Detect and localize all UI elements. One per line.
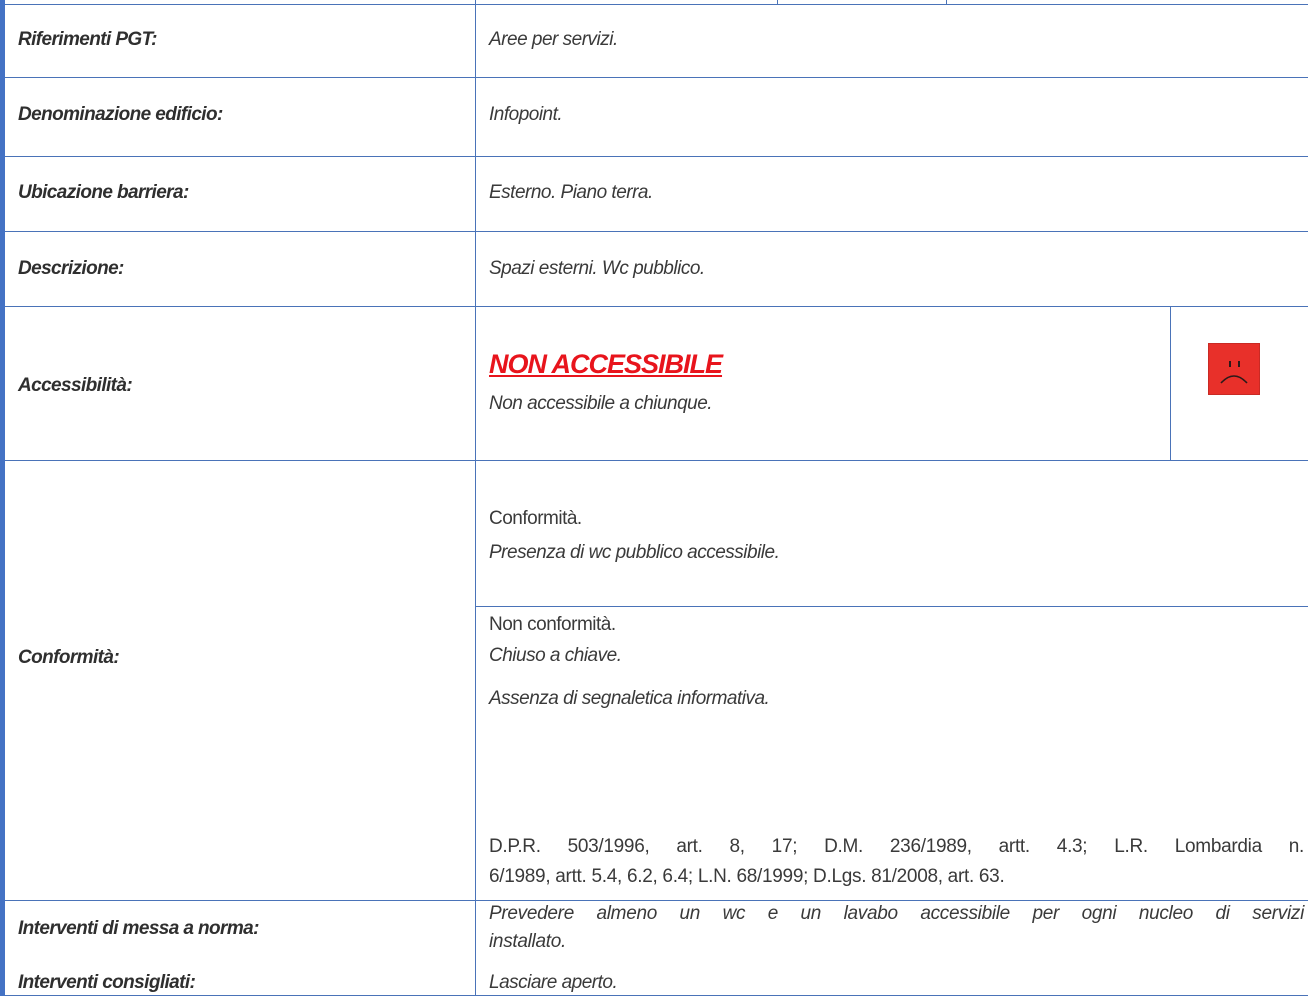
sad-face-icon xyxy=(1208,343,1260,395)
row-divider xyxy=(5,306,1308,307)
ubicazione-label: Ubicazione barriera: xyxy=(18,182,189,203)
row-divider xyxy=(5,77,1308,78)
riferimenti-label: Riferimenti PGT: xyxy=(18,29,158,50)
column-divider xyxy=(946,0,947,4)
row-divider xyxy=(5,4,1308,5)
riferimenti-value: Aree per servizi. xyxy=(489,29,618,50)
row-divider xyxy=(5,460,1308,461)
conformity-title: Conformità. xyxy=(489,508,582,529)
column-divider xyxy=(1170,306,1171,460)
norm-line: 6/1989, artt. 5.4, 6.2, 6.4; L.N. 68/199… xyxy=(489,866,1005,887)
accessibilita-label: Accessibilità: xyxy=(18,375,133,396)
accessibility-status: NON ACCESSIBILE xyxy=(489,349,723,379)
denominazione-value: Infopoint. xyxy=(489,104,563,125)
messa-a-norma-line: installato. xyxy=(489,931,566,952)
descrizione-value: Spazi esterni. Wc pubblico. xyxy=(489,258,705,279)
messa-a-norma-value: Prevedere almeno un wc e un lavabo acces… xyxy=(489,900,1304,956)
accessibility-note: Non accessibile a chiunque. xyxy=(489,393,713,414)
column-divider xyxy=(777,0,778,4)
consigliati-value: Lasciare aperto. xyxy=(489,972,618,993)
barrier-sheet: Riferimenti PGT: Aree per servizi. Denom… xyxy=(0,0,1308,996)
nonconformity-item: Assenza di segnaletica informativa. xyxy=(489,688,770,709)
messa-a-norma-line: Prevedere almeno un wc e un lavabo acces… xyxy=(489,903,1304,924)
row-divider xyxy=(5,156,1308,157)
norm-line: D.P.R. 503/1996, art. 8, 17; D.M. 236/19… xyxy=(489,836,1304,857)
norm-references: D.P.R. 503/1996, art. 8, 17; D.M. 236/19… xyxy=(489,832,1304,892)
conformity-item: Presenza di wc pubblico accessibile. xyxy=(489,542,780,563)
column-divider xyxy=(475,0,476,996)
left-accent-bar xyxy=(0,0,5,996)
nonconformity-title: Non conformità. xyxy=(489,614,616,635)
row-divider xyxy=(5,231,1308,232)
denominazione-label: Denominazione edificio: xyxy=(18,104,223,125)
consigliati-label: Interventi consigliati: xyxy=(18,972,196,993)
conformita-label: Conformità: xyxy=(18,647,120,668)
row-divider xyxy=(476,606,1308,607)
messa-a-norma-label: Interventi di messa a norma: xyxy=(18,918,259,939)
ubicazione-value: Esterno. Piano terra. xyxy=(489,182,653,203)
descrizione-label: Descrizione: xyxy=(18,258,124,279)
nonconformity-item: Chiuso a chiave. xyxy=(489,645,622,666)
